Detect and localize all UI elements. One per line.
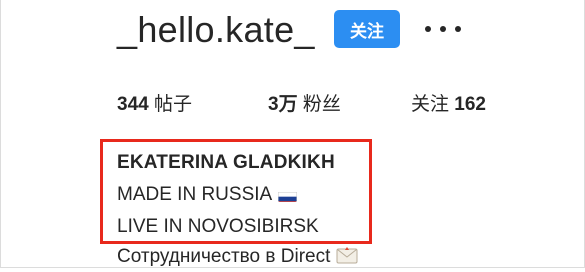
posts-label: 帖子 xyxy=(153,94,192,115)
profile-username: _hello.kate_ xyxy=(117,9,315,50)
stat-following[interactable]: 关注 162 xyxy=(411,92,486,118)
profile-stats: 344 帖子 3万 粉丝 关注 162 xyxy=(0,92,585,118)
more-dot xyxy=(425,26,431,32)
posts-count: 344 xyxy=(117,94,149,115)
bio-line-location: LIVE IN NOVOSIBIRSK xyxy=(117,216,319,237)
bio-line-made-in-text: MADE IN RUSSIA xyxy=(117,184,273,205)
following-count: 162 xyxy=(454,94,486,115)
bio-full-name: EKATERINA GLADKIKH xyxy=(117,152,335,173)
follow-button[interactable]: 关注 xyxy=(334,10,400,48)
stat-followers[interactable]: 3万 粉丝 xyxy=(268,92,341,118)
followers-count: 3万 xyxy=(268,94,298,115)
bio-line-collab: Сотрудничество в Direct xyxy=(117,244,358,270)
more-dot xyxy=(440,26,446,32)
following-label: 关注 xyxy=(411,94,450,115)
stat-posts[interactable]: 344 帖子 xyxy=(117,92,192,118)
bio-line-made-in: MADE IN RUSSIA xyxy=(117,182,298,208)
more-dot xyxy=(455,26,461,32)
followers-label: 粉丝 xyxy=(302,94,341,115)
envelope-icon xyxy=(336,246,358,264)
bio-line-collab-text: Сотрудничество в Direct xyxy=(117,246,331,267)
more-options-icon[interactable] xyxy=(425,22,461,36)
russia-flag-icon xyxy=(278,188,298,202)
